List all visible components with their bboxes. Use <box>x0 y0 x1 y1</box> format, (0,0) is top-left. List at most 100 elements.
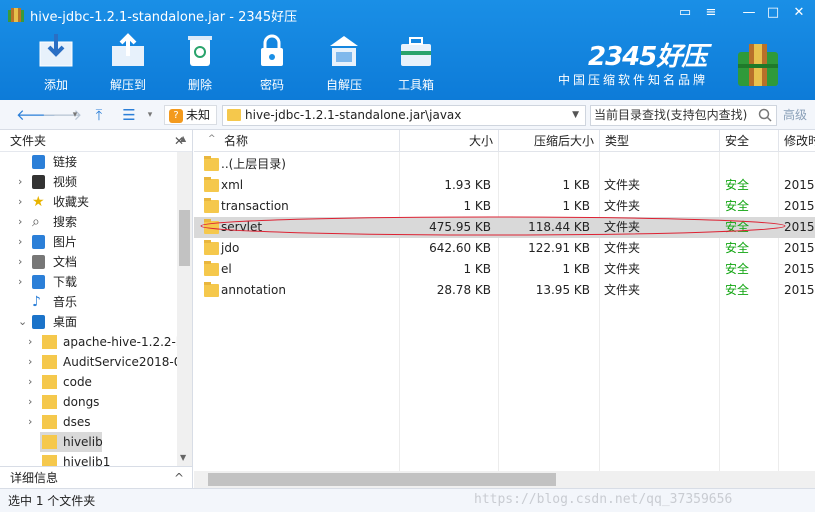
tree-item[interactable]: hivelib1 <box>0 452 176 466</box>
list-header: ^ 名称 大小 压缩后大小 类型 安全 修改时 <box>194 130 815 152</box>
file-row[interactable]: el 1 KB 1 KB 文件夹 安全 2015- <box>194 259 815 280</box>
expand-icon[interactable]: ^ <box>174 467 184 489</box>
details-panel-header[interactable]: 详细信息 ^ <box>0 466 193 488</box>
path-dropdown-icon[interactable]: ▼ <box>572 106 579 125</box>
brand-logo-icon <box>738 44 778 86</box>
chevron-right-icon[interactable]: › <box>18 252 28 272</box>
view-list-icon[interactable]: ☰ <box>118 105 140 125</box>
tree-item[interactable]: › 视频 <box>0 172 176 192</box>
forward-arrow-icon[interactable]: 🡒 <box>42 105 82 125</box>
scroll-up-icon[interactable]: ▲ <box>180 134 186 143</box>
column-type[interactable]: 类型 <box>600 130 720 152</box>
chevron-right-icon[interactable]: › <box>28 332 38 352</box>
chevron-right-icon[interactable]: › <box>18 212 28 232</box>
security-status[interactable]: ? 未知 <box>164 105 218 125</box>
cell-name: el <box>221 262 232 276</box>
chevron-right-icon[interactable]: › <box>18 232 28 252</box>
folder-icon <box>42 435 57 449</box>
chevron-right-icon[interactable]: › <box>28 392 38 412</box>
tree-item[interactable]: › AuditService2018-04 <box>0 352 189 372</box>
folder-icon <box>204 240 219 255</box>
tree-item[interactable]: › dses <box>0 412 176 432</box>
column-modified[interactable]: 修改时 <box>779 130 815 152</box>
tree-item-label: 链接 <box>53 155 78 169</box>
close-button[interactable]: ✕ <box>788 4 810 22</box>
column-name[interactable]: ^ 名称 <box>194 130 400 152</box>
tree-item[interactable]: › code <box>0 372 176 392</box>
password-button[interactable]: 密码 <box>242 30 302 96</box>
chevron-right-icon[interactable]: › <box>28 372 38 392</box>
tree-item[interactable]: › ★ 收藏夹 <box>0 192 176 212</box>
toolbox-icon <box>401 37 431 66</box>
menu-icon[interactable]: ≡ <box>700 4 722 22</box>
tree-item[interactable]: 链接 <box>0 152 176 172</box>
file-row[interactable]: xml 1.93 KB 1 KB 文件夹 安全 2015- <box>194 175 815 196</box>
chevron-right-icon[interactable]: › <box>28 352 38 372</box>
tree-item[interactable]: › 图片 <box>0 232 176 252</box>
search-icon[interactable] <box>758 108 772 122</box>
chevron-right-icon[interactable]: › <box>18 172 28 192</box>
scroll-down-icon[interactable]: ▼ <box>180 453 186 462</box>
self-extract-icon <box>330 36 358 66</box>
feedback-icon[interactable]: ▭ <box>674 4 696 22</box>
folder-icon <box>204 198 219 213</box>
cell-name: xml <box>221 178 244 192</box>
chevron-right-icon[interactable]: › <box>18 272 28 292</box>
search-input[interactable]: 当前目录查找(支持包内查找) <box>590 105 777 126</box>
tree-item-label: apache-hive-1.2.2-b <box>63 335 184 349</box>
cell-type: 文件夹 <box>604 283 641 297</box>
tree-item[interactable]: › 下载 <box>0 272 176 292</box>
toolbox-label: 工具箱 <box>397 78 434 92</box>
column-safety[interactable]: 安全 <box>720 130 779 152</box>
cell-safety <box>725 154 775 175</box>
file-row[interactable]: jdo 642.60 KB 122.91 KB 文件夹 安全 2015- <box>194 238 815 259</box>
delete-button[interactable]: 删除 <box>170 30 230 96</box>
self-extract-button[interactable]: 自解压 <box>314 30 374 96</box>
file-row[interactable]: ..(上层目录) <box>194 154 815 175</box>
minimize-button[interactable]: — <box>738 4 760 22</box>
document-icon <box>32 255 45 269</box>
tree-scrollbar[interactable] <box>177 152 192 466</box>
column-modified-label: 修改时 <box>784 134 815 148</box>
tree-item[interactable]: › 文档 <box>0 252 176 272</box>
column-size[interactable]: 大小 <box>400 130 499 152</box>
maximize-button[interactable]: □ <box>762 4 784 22</box>
folder-icon <box>227 109 241 121</box>
tree-item-label: 文档 <box>53 255 78 269</box>
view-dropdown-icon[interactable]: ▾ <box>144 105 156 125</box>
back-arrow-icon[interactable]: 🡐 <box>16 105 56 125</box>
cell-name: annotation <box>221 283 286 297</box>
watermark: https://blog.csdn.net/qq_37359656 <box>474 492 733 507</box>
column-packed[interactable]: 压缩后大小 <box>499 130 600 152</box>
history-dropdown-icon[interactable]: ▾ <box>70 105 80 125</box>
path-input[interactable]: hive-jdbc-1.2.1-standalone.jar\javax ▼ <box>222 105 586 126</box>
tree-item-label: code <box>63 375 92 389</box>
folder-icon <box>204 156 219 171</box>
address-bar: 🡐 🡒 ▾ ⤒ ☰ ▾ ? 未知 hive-jdbc-1.2.1-standalo… <box>0 100 815 130</box>
chevron-right-icon[interactable]: › <box>18 192 28 212</box>
advanced-search-link[interactable]: 高级 <box>783 105 807 125</box>
tree-item[interactable]: › ⌕ 搜索 <box>0 212 176 232</box>
tree-item[interactable]: › apache-hive-1.2.2-b <box>0 332 183 352</box>
folder-icon <box>42 375 57 389</box>
tree-item[interactable]: ♪ 音乐 <box>0 292 176 312</box>
file-row[interactable]: annotation 28.78 KB 13.95 KB 文件夹 安全 2015- <box>194 280 815 301</box>
app-window: hive-jdbc-1.2.1-standalone.jar - 2345好压 … <box>0 0 815 512</box>
add-icon <box>39 34 73 67</box>
cell-modified: 2015- <box>784 220 815 234</box>
tree-item[interactable]: › dongs <box>0 392 176 412</box>
column-safety-label: 安全 <box>725 134 750 148</box>
folder-icon <box>42 335 57 349</box>
up-folder-icon[interactable]: ⤒ <box>88 105 110 125</box>
tree-scroll-thumb[interactable] <box>179 210 190 266</box>
horizontal-scroll-thumb[interactable] <box>208 473 556 486</box>
extract-to-button[interactable]: 解压到 <box>98 30 158 96</box>
chevron-right-icon[interactable]: › <box>28 412 38 432</box>
cell-size: 1.93 KB <box>444 178 491 192</box>
tree-item[interactable]: hivelib <box>40 432 103 452</box>
column-packed-label: 压缩后大小 <box>533 134 594 148</box>
tree-item[interactable]: ⌄ 桌面 <box>0 312 176 332</box>
chevron-down-icon[interactable]: ⌄ <box>18 312 28 332</box>
toolbox-button[interactable]: 工具箱 <box>386 30 446 96</box>
add-button[interactable]: 添加 <box>26 30 86 96</box>
